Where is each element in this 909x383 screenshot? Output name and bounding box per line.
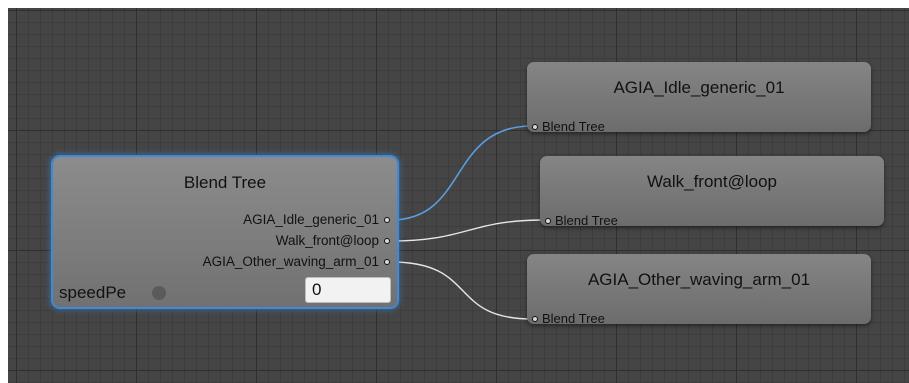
input-label: Blend Tree [555,213,618,228]
input-label: Blend Tree [542,119,605,134]
output-label: AGIA_Idle_generic_01 [243,212,379,227]
blend-tree-node[interactable]: Blend Tree AGIA_Idle_generic_01 Walk_fro… [53,157,397,307]
input-port[interactable]: Blend Tree [532,311,605,326]
graph-canvas[interactable]: Blend Tree AGIA_Idle_generic_01 Walk_fro… [8,8,909,383]
port-dot-icon[interactable] [545,217,551,224]
node-title: AGIA_Idle_generic_01 [613,78,785,97]
node-title: AGIA_Other_waving_arm_01 [587,270,811,289]
output-label: Walk_front@loop [275,233,379,248]
motion-node-idle[interactable]: AGIA_Idle_generic_01 Blend Tree [527,62,871,134]
input-port[interactable]: Blend Tree [532,119,605,134]
port-dot-icon[interactable] [384,237,390,244]
motion-node-waving[interactable]: AGIA_Other_waving_arm_01 Blend Tree [527,254,871,326]
output-port-idle[interactable]: AGIA_Idle_generic_01 [243,212,390,227]
parameter-knob-icon[interactable] [152,286,166,300]
output-label: AGIA_Other_waving_arm_01 [202,254,379,269]
connection-idle[interactable] [390,125,533,221]
port-dot-icon[interactable] [532,123,538,130]
node-title: Blend Tree [183,173,267,192]
motion-node-walk[interactable]: Walk_front@loop Blend Tree [540,156,884,228]
parameter-label: speedPe [59,283,127,302]
node-title: Walk_front@loop [646,172,777,191]
output-port-walk[interactable]: Walk_front@loop [276,233,390,248]
port-dot-icon[interactable] [532,315,538,322]
input-port[interactable]: Blend Tree [545,213,618,228]
output-port-waving[interactable]: AGIA_Other_waving_arm_01 [203,254,390,269]
connection-waving[interactable] [390,261,533,320]
parameter-value-field[interactable]: 0 [305,277,391,303]
port-dot-icon[interactable] [384,258,390,265]
connection-walk[interactable] [390,219,546,242]
port-dot-icon[interactable] [384,216,390,223]
input-label: Blend Tree [542,311,605,326]
